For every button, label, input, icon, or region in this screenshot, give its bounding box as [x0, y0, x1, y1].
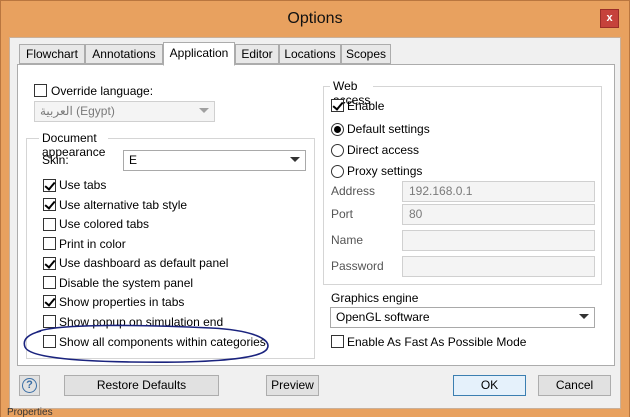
- address-field[interactable]: 192.168.0.1: [402, 181, 595, 202]
- background-text: Properties: [7, 407, 53, 418]
- window-bottom-border: [1, 409, 629, 417]
- use-tabs-checkbox[interactable]: [43, 179, 56, 192]
- password-label: Password: [331, 259, 384, 273]
- ok-button[interactable]: OK: [453, 375, 526, 396]
- skin-select-value: E: [129, 153, 138, 167]
- print-in-color-checkbox[interactable]: [43, 237, 56, 250]
- use-tabs-label: Use tabs: [59, 178, 107, 192]
- tab-annotations[interactable]: Annotations: [85, 44, 163, 64]
- graphics-engine-select[interactable]: OpenGL software: [330, 307, 595, 328]
- skin-label: Skin:: [42, 153, 69, 167]
- popup-simulation-end-label: Show popup on simulation end: [59, 315, 224, 329]
- tab-editor[interactable]: Editor: [235, 44, 279, 64]
- proxy-settings-label: Proxy settings: [347, 164, 423, 178]
- direct-access-label: Direct access: [347, 143, 420, 157]
- language-select[interactable]: العربية (Egypt): [34, 101, 215, 122]
- fast-mode-checkbox[interactable]: [331, 335, 344, 348]
- name-field[interactable]: [402, 230, 595, 251]
- window-title: Options: [287, 10, 343, 27]
- default-settings-label: Default settings: [347, 122, 430, 136]
- port-field[interactable]: 80: [402, 204, 595, 225]
- skin-select[interactable]: E: [123, 150, 306, 171]
- restore-defaults-button[interactable]: Restore Defaults: [64, 375, 219, 396]
- properties-in-tabs-checkbox[interactable]: [43, 295, 56, 308]
- chevron-down-icon: [290, 157, 300, 162]
- tab-flowchart[interactable]: Flowchart: [19, 44, 85, 64]
- colored-tabs-checkbox[interactable]: [43, 218, 56, 231]
- proxy-settings-radio[interactable]: [331, 165, 344, 178]
- alternative-tab-style-checkbox[interactable]: [43, 198, 56, 211]
- chevron-down-icon: [199, 108, 209, 113]
- web-enable-label: Enable: [347, 99, 385, 113]
- tab-scopes[interactable]: Scopes: [341, 44, 391, 64]
- colored-tabs-label: Use colored tabs: [59, 217, 150, 231]
- override-language-checkbox[interactable]: [34, 84, 47, 97]
- dashboard-default-label: Use dashboard as default panel: [59, 256, 229, 270]
- all-components-label: Show all components within categories: [59, 335, 266, 349]
- password-field[interactable]: [402, 256, 595, 277]
- help-button[interactable]: ?: [19, 375, 40, 396]
- address-label: Address: [331, 184, 376, 198]
- direct-access-radio[interactable]: [331, 144, 344, 157]
- language-select-value: العربية (Egypt): [40, 104, 115, 118]
- properties-in-tabs-label: Show properties in tabs: [59, 295, 185, 309]
- tab-locations[interactable]: Locations: [279, 44, 341, 64]
- all-components-checkbox[interactable]: [43, 335, 56, 348]
- cancel-button[interactable]: Cancel: [538, 375, 611, 396]
- graphics-engine-label: Graphics engine: [331, 291, 419, 305]
- title-bar[interactable]: Options x: [1, 1, 629, 37]
- help-icon: ?: [22, 378, 37, 393]
- port-label: Port: [331, 207, 354, 221]
- web-enable-checkbox[interactable]: [331, 99, 344, 112]
- name-label: Name: [331, 233, 364, 247]
- default-settings-radio[interactable]: [331, 123, 344, 136]
- chevron-down-icon: [579, 314, 589, 319]
- disable-system-panel-label: Disable the system panel: [59, 276, 194, 290]
- print-in-color-label: Print in color: [59, 237, 126, 251]
- options-window: Options x Properties Flowchart Annotatio…: [0, 0, 630, 418]
- preview-button[interactable]: Preview: [266, 375, 319, 396]
- tab-application[interactable]: Application: [163, 42, 235, 66]
- graphics-engine-value: OpenGL software: [336, 310, 430, 324]
- close-button[interactable]: x: [600, 9, 619, 28]
- override-language-label: Override language:: [51, 84, 154, 98]
- disable-system-panel-checkbox[interactable]: [43, 276, 56, 289]
- fast-mode-label: Enable As Fast As Possible Mode: [347, 335, 527, 349]
- dashboard-default-checkbox[interactable]: [43, 257, 56, 270]
- alternative-tab-style-label: Use alternative tab style: [59, 198, 188, 212]
- popup-simulation-end-checkbox[interactable]: [43, 315, 56, 328]
